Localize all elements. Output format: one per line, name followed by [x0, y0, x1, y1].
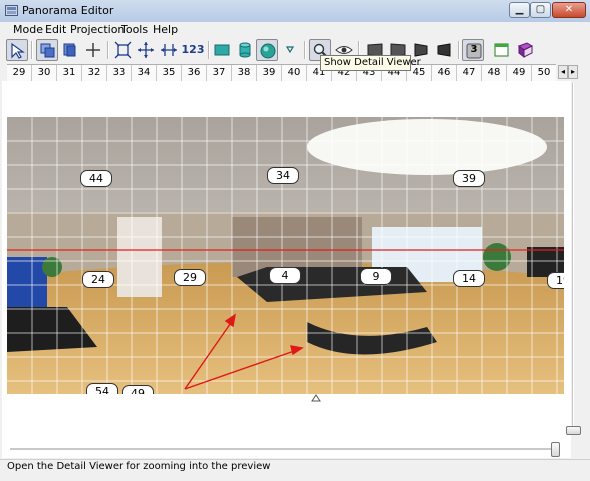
ruler-cell[interactable]: 29 [7, 65, 32, 81]
ruler: 29 30 31 32 33 34 35 36 37 38 39 40 41 4… [7, 64, 556, 82]
menu-help[interactable]: Help [153, 23, 178, 36]
ruler-cell[interactable]: 40 [282, 65, 307, 81]
crosshair-button[interactable] [82, 39, 104, 61]
ruler-scroll-left-button[interactable]: ◂ [558, 65, 568, 79]
ruler-cell[interactable]: 36 [182, 65, 207, 81]
toolbar-separator [31, 41, 33, 59]
ruler-scroll-right-button[interactable]: ▸ [568, 65, 578, 79]
ruler-cell[interactable]: 50 [532, 65, 556, 81]
menu-tools[interactable]: Tools [121, 23, 148, 36]
rect-icon [214, 44, 230, 56]
ruler-cell[interactable]: 31 [57, 65, 82, 81]
vertical-slider[interactable] [566, 81, 585, 458]
window-icon [494, 43, 509, 57]
toolbar: 123 3 [0, 38, 590, 63]
copy-icon [63, 43, 76, 57]
app-icon [5, 5, 18, 16]
ruler-cell[interactable]: 39 [257, 65, 282, 81]
close-button[interactable]: ✕ [552, 2, 586, 18]
toolbar-separator [304, 41, 306, 59]
tooltip: Show Detail Viewer [320, 55, 421, 71]
ruler-cell[interactable]: 47 [457, 65, 482, 81]
cylinder-icon [239, 42, 251, 58]
counter-value: 3 [470, 44, 478, 55]
view-d-icon [437, 43, 451, 57]
ruler-cell[interactable]: 30 [32, 65, 57, 81]
ruler-cell[interactable]: 37 [207, 65, 232, 81]
status-text: Open the Detail Viewer for zooming into … [7, 461, 271, 472]
cylinder-button[interactable] [234, 39, 256, 61]
rectilinear-button[interactable] [211, 39, 233, 61]
fit-icon [114, 41, 132, 59]
ruler-cell[interactable]: 48 [482, 65, 507, 81]
triangle-icon [285, 46, 295, 54]
menu-edit[interactable]: Edit [45, 23, 66, 36]
numbers-button[interactable]: 123 [181, 39, 205, 61]
ruler-cell[interactable]: 49 [507, 65, 532, 81]
ruler-cell[interactable]: 32 [82, 65, 107, 81]
ruler-cell[interactable]: 33 [107, 65, 132, 81]
crosshair-icon [86, 43, 100, 57]
numbers-label: 123 [181, 43, 205, 56]
image-label[interactable]: 44 [80, 170, 112, 187]
image-label[interactable]: 14 [453, 270, 485, 287]
image-label[interactable]: 34 [267, 167, 299, 184]
menu-mode[interactable]: Mode [13, 23, 43, 36]
title-bar: Panorama Editor ▁ ▢ ✕ [0, 0, 590, 23]
horizontal-slider[interactable] [10, 442, 560, 457]
panorama-image [7, 117, 564, 394]
pointer-icon [11, 42, 25, 59]
image-label[interactable]: 9 [360, 268, 392, 285]
image-label[interactable]: 39 [453, 170, 485, 187]
slider-track [10, 448, 560, 451]
book-button[interactable] [514, 39, 536, 61]
image-label[interactable]: 19 [547, 272, 564, 289]
minimize-button[interactable]: ▁ [509, 2, 530, 18]
fit-button[interactable] [112, 39, 134, 61]
move-button[interactable] [135, 39, 157, 61]
menu-projection[interactable]: Projection [70, 23, 124, 36]
image-label[interactable]: 49 [122, 385, 154, 394]
view-d-button[interactable] [433, 39, 455, 61]
menu-bar: Mode Edit Projection Tools Help [0, 22, 590, 38]
vertical-slider-thumb[interactable] [566, 426, 581, 435]
window-button[interactable] [491, 39, 513, 61]
ruler-cell[interactable]: 46 [432, 65, 457, 81]
ruler-cell[interactable]: 34 [132, 65, 157, 81]
triangle-button[interactable] [279, 39, 301, 61]
move-icon [138, 42, 154, 58]
layers-icon [40, 43, 55, 58]
sphere-icon [260, 43, 276, 59]
toolbar-separator [458, 41, 460, 59]
select-tool-button[interactable] [6, 39, 28, 61]
copy-button[interactable] [59, 39, 81, 61]
sphere-button[interactable] [256, 39, 278, 61]
panorama-preview[interactable]: 44 34 39 24 29 4 9 14 19 54 49 [7, 117, 564, 394]
counter-button[interactable]: 3 [462, 39, 484, 61]
horizontal-slider-thumb[interactable] [551, 442, 560, 457]
toolbar-separator [107, 41, 109, 59]
stretch-button[interactable] [158, 39, 180, 61]
book-icon [518, 42, 534, 59]
horizon-handle-icon[interactable] [311, 394, 321, 402]
image-label[interactable]: 24 [82, 271, 114, 288]
status-bar: Open the Detail Viewer for zooming into … [0, 459, 590, 481]
toolbar-separator [208, 41, 210, 59]
ruler-cell[interactable]: 35 [157, 65, 182, 81]
stretch-icon [161, 44, 177, 56]
ruler-cell[interactable]: 38 [232, 65, 257, 81]
image-label[interactable]: 54 [86, 383, 118, 394]
window-title: Panorama Editor [22, 4, 114, 17]
slider-track [572, 83, 574, 428]
layers-button[interactable] [36, 39, 58, 61]
image-label[interactable]: 4 [269, 267, 301, 284]
maximize-button[interactable]: ▢ [530, 2, 551, 18]
image-label[interactable]: 29 [174, 269, 206, 286]
